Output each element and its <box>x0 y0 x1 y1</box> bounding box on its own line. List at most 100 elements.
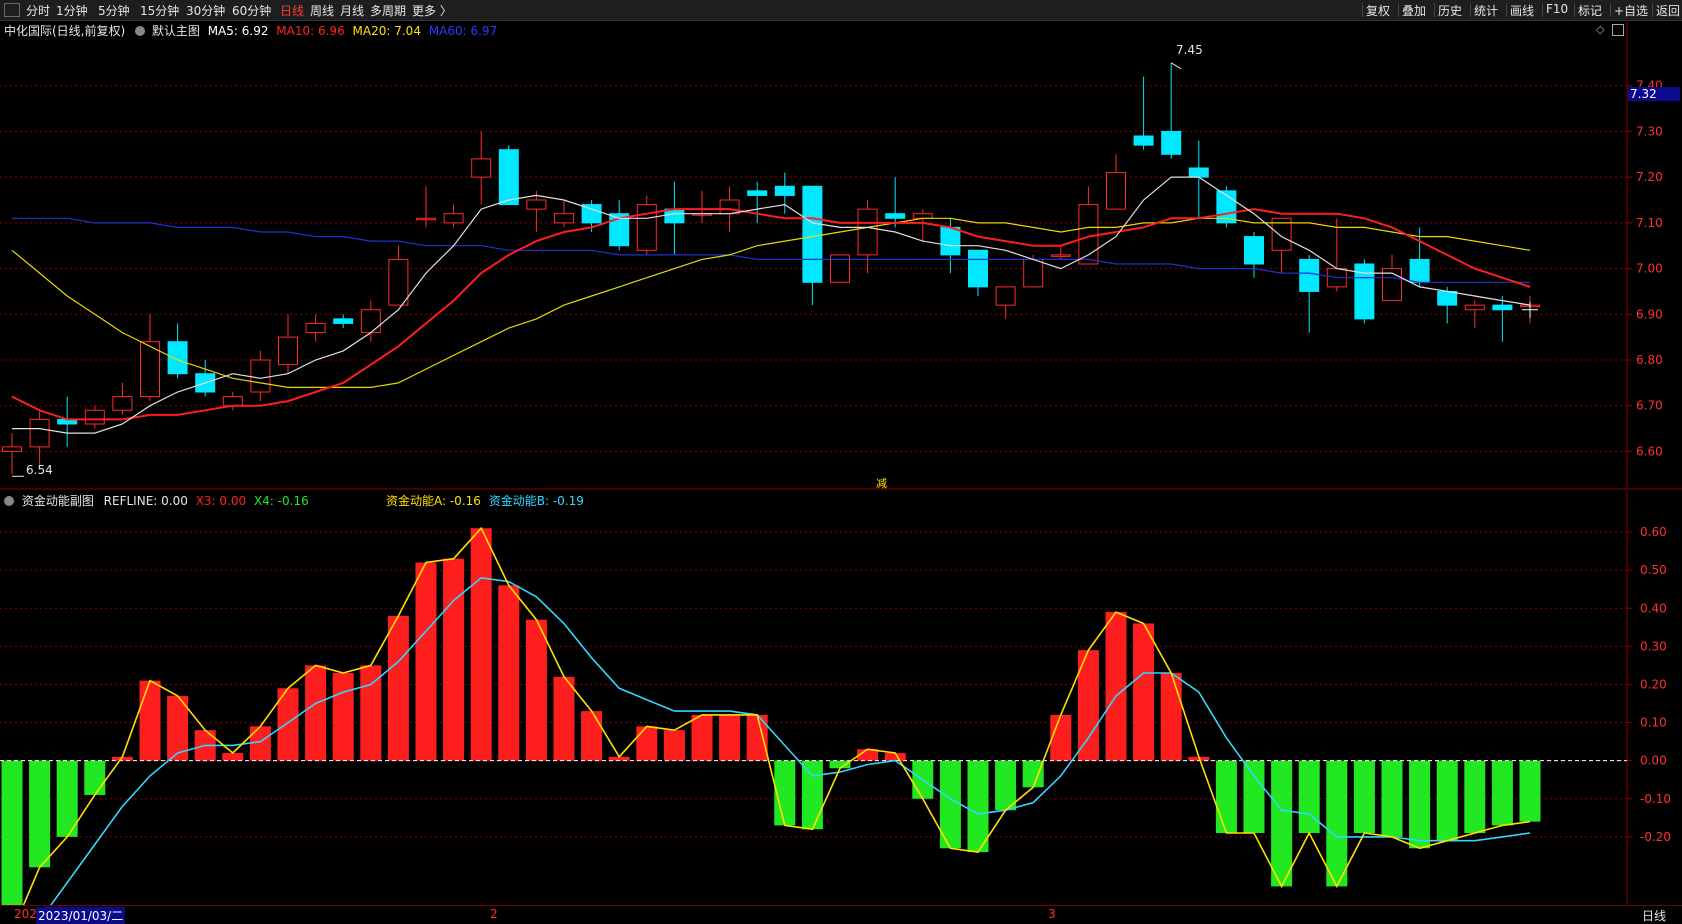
period-button[interactable]: 更多 〉 <box>412 2 452 19</box>
y-tick-label: 7.00 <box>1636 262 1663 276</box>
momentum-bar <box>1409 760 1431 849</box>
current-price-tag: 7.32 <box>1628 87 1680 101</box>
candle-body <box>1133 135 1154 146</box>
candle-body <box>857 208 878 256</box>
refline-label: REFLINE: 0.00 <box>103 494 188 508</box>
period-button[interactable]: 30分钟 <box>186 2 225 19</box>
candle-body <box>940 226 961 256</box>
indicator-chart[interactable]: 0.60 0.50 0.40 0.30 0.20 0.10 0.00 -0.10 -0.20 <box>0 491 1682 905</box>
month-3-marker: 3 <box>1048 907 1056 921</box>
period-indicator[interactable]: 日线 <box>1642 907 1666 924</box>
momentum-bar <box>1215 760 1237 834</box>
y-tick-label: 7.10 <box>1636 216 1663 230</box>
candle-body <box>498 149 519 206</box>
main-info-bar: 中化国际(日线,前复权) 默认主图 MA5: 6.92 MA10: 6.96 M… <box>4 22 497 39</box>
candle-body <box>554 213 574 224</box>
momentum-bar <box>1243 760 1265 834</box>
function-button[interactable]: 标记 <box>1578 2 1602 19</box>
y-tick-label: 6.60 <box>1636 444 1663 458</box>
momentum-bar <box>553 676 575 761</box>
candle-body <box>1492 304 1513 311</box>
toolbar-separator <box>1542 3 1543 17</box>
y-tick-label: 0.60 <box>1640 525 1667 539</box>
candle-body <box>278 336 298 366</box>
momentum-bar <box>1022 760 1044 788</box>
function-button[interactable]: +自选 <box>1614 2 1648 19</box>
function-button[interactable]: 画线 <box>1510 2 1534 19</box>
period-button[interactable]: 月线 <box>340 2 364 19</box>
candle-body <box>305 322 326 334</box>
y-tick-label: 0.20 <box>1640 677 1667 691</box>
toolbar-separator <box>1434 3 1435 17</box>
ma60-line <box>12 217 1530 283</box>
candle-body <box>1244 236 1264 265</box>
period-button[interactable]: 1分钟 <box>56 2 88 19</box>
function-button[interactable]: 统计 <box>1474 2 1498 19</box>
candle-body <box>1161 130 1182 155</box>
momentum-bar <box>1326 760 1348 887</box>
candle-body <box>84 409 105 425</box>
template-icon[interactable] <box>135 26 146 36</box>
high-pointer <box>1170 62 1182 70</box>
y-tick-label: 6.80 <box>1636 353 1663 367</box>
x3-label: X3: 0.00 <box>195 494 247 508</box>
momentum-bar <box>719 714 741 761</box>
diamond-icon[interactable]: ◇ <box>1596 23 1604 36</box>
momentum-bar <box>1353 760 1375 834</box>
momentum-bar <box>1 760 23 905</box>
function-button[interactable]: 历史 <box>1438 2 1462 19</box>
period-button[interactable]: 周线 <box>310 2 334 19</box>
ma20-line <box>11 217 1531 388</box>
momentum-bar <box>967 760 989 853</box>
toolbar-separator <box>1506 3 1507 17</box>
period-button[interactable]: 15分钟 <box>140 2 179 19</box>
toolbar-separator <box>1574 3 1575 17</box>
y-tick-label: 6.90 <box>1636 307 1663 321</box>
period-button[interactable]: 分时 <box>26 2 50 19</box>
y-tick-label: 0.10 <box>1640 716 1667 730</box>
y-tick-label: -0.10 <box>1640 792 1671 806</box>
momentum-bar <box>746 714 768 761</box>
candle-body <box>747 190 768 196</box>
y-tick-label: 0.30 <box>1640 639 1667 653</box>
high-price-label: 7.45 <box>1176 43 1203 57</box>
ma20-label: MA20: 7.04 <box>352 24 421 38</box>
period-button[interactable]: 60分钟 <box>232 2 271 19</box>
toolbar-separator <box>1398 3 1399 17</box>
momentum-bar <box>581 711 603 761</box>
panel-toggle-icon[interactable] <box>1612 24 1624 36</box>
candle-body <box>1299 258 1320 292</box>
template-name[interactable]: 默认主图 <box>152 24 200 38</box>
price-chart[interactable]: 7.407.307.207.107.006.906.806.706.60 <box>0 20 1682 490</box>
function-button[interactable]: 叠加 <box>1402 2 1426 19</box>
cursor-date: 2023/01/03/二 <box>36 907 126 924</box>
candle-body <box>1106 172 1126 210</box>
period-button[interactable]: 日线 <box>280 2 304 19</box>
candle-body <box>526 199 547 210</box>
y-tick-label: 7.20 <box>1636 170 1663 184</box>
candle-body <box>636 204 657 251</box>
momentum-bar <box>829 760 851 769</box>
y-tick-label: 0.50 <box>1640 563 1667 577</box>
candle-body <box>1050 254 1071 257</box>
candle-body <box>333 318 354 324</box>
candle-body <box>471 158 492 178</box>
y-tick-label: 6.70 <box>1636 399 1663 413</box>
candle-body <box>222 396 243 407</box>
momentum-bar <box>1160 673 1182 761</box>
sub-settings-icon[interactable] <box>4 496 14 506</box>
momentum-bar <box>332 673 354 761</box>
window-menu-icon[interactable] <box>4 3 20 17</box>
period-button[interactable]: 多周期 <box>370 2 406 19</box>
series-a-line <box>22 526 1531 905</box>
function-button[interactable]: 复权 <box>1366 2 1390 19</box>
sub-title[interactable]: 资金动能副图 <box>22 494 94 508</box>
function-button[interactable]: F10 <box>1546 2 1568 16</box>
sub-info-bar: 资金动能副图 REFLINE: 0.00 X3: 0.00 X4: -0.16 <box>4 492 309 509</box>
toolbar-separator <box>1362 3 1363 17</box>
momentum-bar <box>691 714 713 761</box>
series-b-line <box>49 576 1531 905</box>
candle-body <box>443 213 464 224</box>
period-button[interactable]: 5分钟 <box>98 2 130 19</box>
function-button[interactable]: 返回 <box>1656 2 1680 19</box>
